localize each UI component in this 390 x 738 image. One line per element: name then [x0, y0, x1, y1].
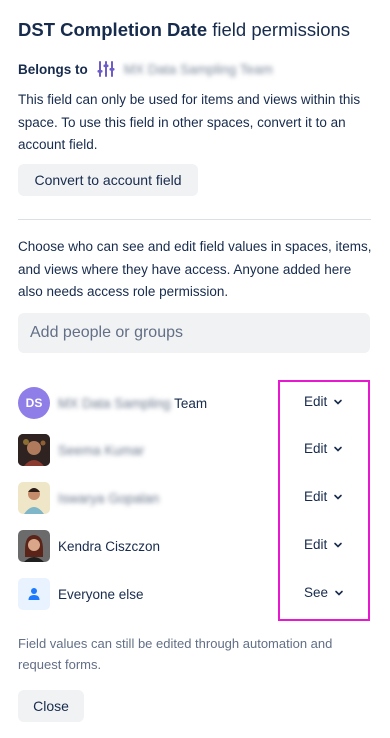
avatar: [18, 434, 50, 466]
belongs-to-label: Belongs to: [18, 61, 88, 77]
close-button[interactable]: Close: [18, 690, 84, 722]
avatar: DS: [18, 387, 50, 419]
person-name: Everyone else: [58, 586, 144, 602]
field-name: DST Completion Date: [18, 19, 208, 40]
highlight-annotation: [278, 380, 370, 621]
person-name: Seema Kumar: [58, 442, 145, 458]
space-name[interactable]: MX Data Sampling Team: [124, 62, 273, 77]
dialog-title: DST Completion Date field permissions: [18, 18, 350, 42]
add-people-input[interactable]: [18, 313, 370, 353]
avatar: [18, 482, 50, 514]
person-name: Iswarya Gopalan: [58, 490, 160, 506]
avatar: [18, 530, 50, 562]
divider: [18, 219, 371, 220]
convert-to-account-field-button[interactable]: Convert to account field: [18, 164, 198, 196]
belongs-to-row: Belongs to MX Data Sampling Team: [18, 59, 273, 79]
person-name: Kendra Ciszczon: [58, 538, 161, 554]
sliders-icon: [96, 59, 116, 79]
access-description: Choose who can see and edit field values…: [18, 239, 372, 299]
title-suffix: field permissions: [212, 19, 351, 40]
field-scope-description: This field can only be used for items an…: [18, 92, 361, 152]
person-icon: [18, 578, 50, 610]
footnote: Field values can still be edited through…: [18, 636, 333, 672]
person-name: MX Data Sampling Team: [58, 395, 208, 411]
